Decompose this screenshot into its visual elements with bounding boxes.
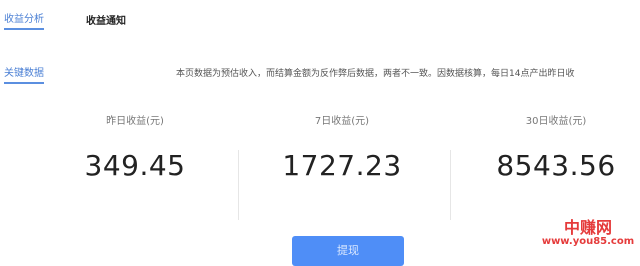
stat-label: 昨日收益(元) — [106, 116, 164, 127]
stat-30-days: 30日收益(元) 8543.56 — [476, 112, 636, 182]
sidebar-item-revenue-analysis[interactable]: 收益分析 — [4, 10, 44, 30]
watermark-url: www.you85.com — [541, 236, 635, 247]
stat-value: 8543.56 — [496, 149, 616, 182]
stat-value: 349.45 — [84, 149, 186, 182]
divider — [450, 150, 451, 220]
stat-yesterday: 昨日收益(元) 349.45 — [60, 112, 210, 182]
notice-text: 本页数据为预估收入，而结算金额为反作弊后数据，两者不一致。因数据核算，每日14点… — [176, 69, 575, 79]
watermark: 中赚网 www.you85.com — [540, 214, 636, 247]
stat-7-days: 7日收益(元) 1727.23 — [262, 112, 422, 182]
stat-value: 1727.23 — [282, 149, 402, 182]
stat-label: 30日收益(元) — [525, 116, 587, 127]
sidebar-item-label: 关键数据 — [4, 68, 44, 79]
withdraw-button[interactable]: 提现 — [292, 236, 404, 266]
sidebar-item-key-data[interactable]: 关键数据 — [4, 64, 44, 84]
divider — [238, 150, 239, 220]
sidebar-item-label: 收益分析 — [4, 14, 44, 25]
stat-label: 7日收益(元) — [314, 116, 370, 127]
sidebar: 收益分析 关键数据 — [0, 0, 60, 254]
active-underline — [4, 28, 44, 30]
active-underline — [4, 82, 44, 84]
page-title: 收益通知 — [86, 16, 126, 27]
watermark-name: 中赚网 — [563, 218, 612, 237]
